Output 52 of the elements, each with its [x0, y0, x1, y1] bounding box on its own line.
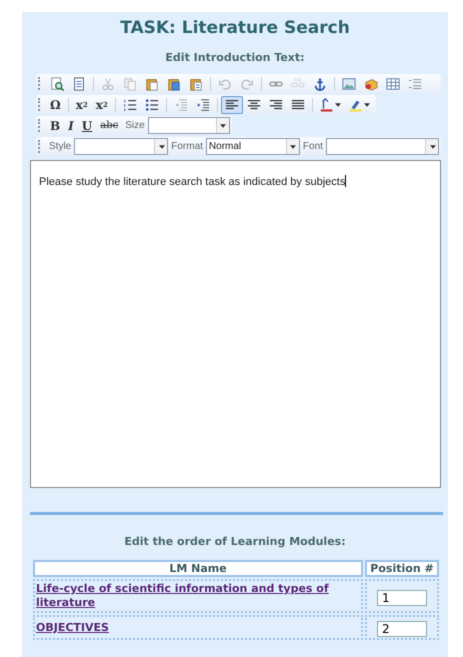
- format-button[interactable]: Ω: [46, 96, 65, 114]
- toolbar-label: Size: [125, 120, 145, 131]
- position-field[interactable]: 2: [377, 621, 427, 637]
- dropdown[interactable]: [326, 138, 439, 155]
- numbered-list-icon: [122, 98, 137, 112]
- clipboard-icon: [145, 76, 159, 90]
- redo-arrow-icon: [240, 76, 254, 90]
- anchor-icon: [313, 76, 327, 90]
- format-button[interactable]: x$^{2}$: [92, 96, 112, 114]
- clipboard-icon: [189, 76, 203, 90]
- indent-icon: [196, 98, 210, 112]
- editor-text: Please study the literature search task as indicated by subjects: [39, 176, 346, 188]
- format-button[interactable]: abc: [96, 116, 122, 134]
- format-button[interactable]: I: [64, 116, 78, 134]
- caret-icon: [364, 102, 370, 106]
- justify-icon: [290, 98, 305, 112]
- lines-icon: [408, 76, 422, 90]
- position-field[interactable]: 1: [377, 590, 427, 606]
- outdent-icon: [174, 98, 188, 112]
- align-right-icon: [268, 98, 283, 112]
- caret-icon: [220, 124, 226, 128]
- scissors-icon: [101, 76, 115, 90]
- caret-icon: [430, 144, 436, 148]
- text-cursor: [345, 175, 346, 187]
- box-icon: [364, 76, 378, 90]
- toolbar-label: Font: [302, 141, 323, 152]
- bullet-list-icon: [144, 98, 159, 112]
- caret-icon: [158, 144, 165, 148]
- align-left-icon: [224, 98, 239, 112]
- undo-arrow-icon: [218, 76, 232, 90]
- clipboard-icon: [167, 76, 181, 90]
- section-heading: Edit Introduction Text:: [164, 51, 306, 64]
- document-search-icon: [50, 76, 64, 90]
- dropdown[interactable]: [74, 138, 168, 155]
- format-button[interactable]: B: [46, 116, 64, 134]
- editor-text-area[interactable]: Please study the literature search task as indicated by subjects: [30, 160, 441, 488]
- caret-icon: [334, 102, 341, 106]
- toolbar-button[interactable]: [220, 96, 243, 114]
- align-center-icon: [246, 98, 261, 112]
- dropdown[interactable]: Normal: [206, 138, 300, 155]
- toolbar-label: Format: [171, 141, 203, 152]
- copy-icon: [123, 76, 137, 90]
- toolbar-label: Style: [49, 141, 72, 152]
- column-header: Position #: [365, 560, 439, 577]
- section-heading: Edit the order of Learning Modules:: [123, 535, 347, 548]
- format-button[interactable]: U: [78, 116, 96, 134]
- table-icon: [386, 76, 400, 90]
- caret-icon: [290, 144, 296, 148]
- page-title: TASK: Literature Search: [119, 18, 351, 38]
- picture-icon: [342, 76, 356, 90]
- document-icon: [72, 76, 86, 90]
- column-header: LM Name: [33, 560, 363, 577]
